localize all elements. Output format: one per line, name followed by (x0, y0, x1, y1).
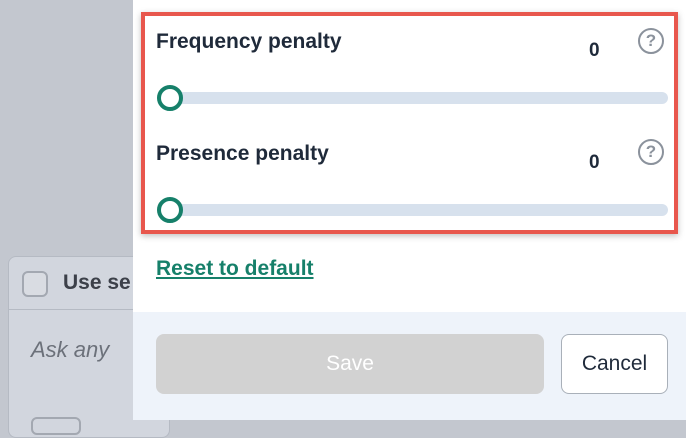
settings-panel: Frequency penalty 0 ? Presence penalty 0… (133, 0, 686, 420)
frequency-penalty-slider-track[interactable] (159, 92, 668, 104)
frequency-penalty-value: 0 (589, 40, 600, 61)
presence-penalty-value: 0 (589, 152, 600, 173)
presence-penalty-help-icon[interactable]: ? (638, 139, 664, 165)
background-checkbox[interactable] (22, 271, 48, 297)
frequency-penalty-label: Frequency penalty (156, 30, 342, 53)
background-header-label: Use se (63, 271, 131, 294)
save-button[interactable]: Save (156, 334, 544, 394)
modal-footer: Save Cancel (133, 312, 686, 420)
cancel-button[interactable]: Cancel (561, 334, 668, 394)
presence-penalty-label: Presence penalty (156, 142, 329, 165)
reset-to-default-link[interactable]: Reset to default (156, 257, 314, 281)
presence-penalty-slider-track[interactable] (159, 204, 668, 216)
background-input-placeholder: Ask any (31, 337, 110, 362)
presence-penalty-slider-thumb[interactable] (157, 197, 183, 223)
frequency-penalty-help-icon[interactable]: ? (638, 28, 664, 54)
frequency-penalty-slider-thumb[interactable] (157, 85, 183, 111)
